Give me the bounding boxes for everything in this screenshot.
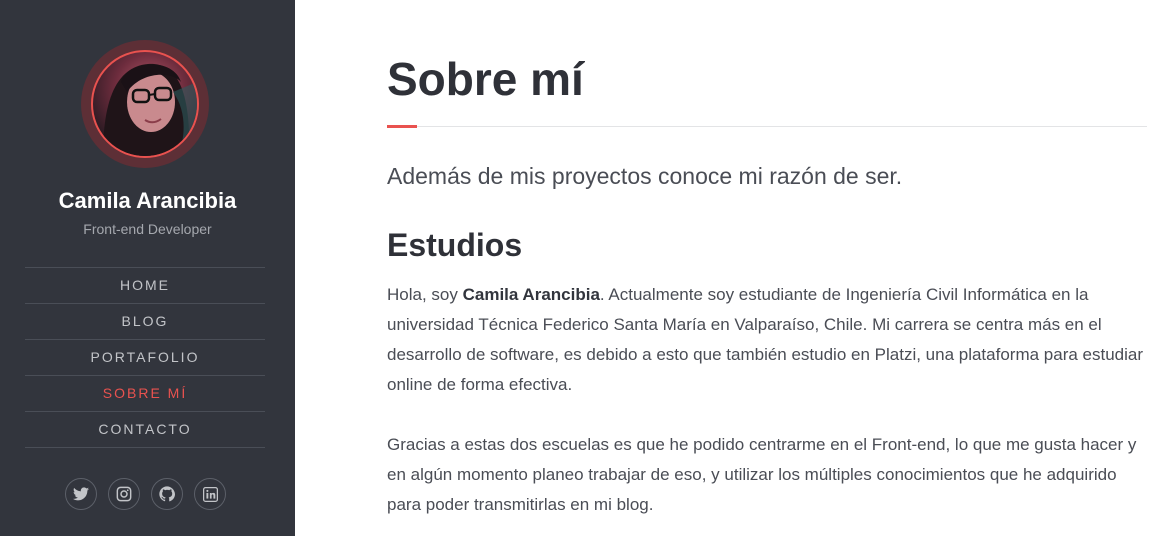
profile-name: Camila Arancibia [58, 188, 237, 213]
title-divider [387, 126, 1147, 127]
section-title-estudios: Estudios [387, 227, 523, 263]
sidebar: Camila Arancibia Front-end Developer HOM… [0, 0, 295, 536]
page-lead: Además de mis proyectos conoce mi razón … [387, 163, 903, 189]
paragraph-intro-start: Hola, soy [387, 285, 463, 304]
page-title: Sobre mí [387, 53, 584, 105]
nav-item-portafolio[interactable]: PORTAFOLIO [25, 340, 265, 376]
nav-item-home[interactable]: HOME [25, 268, 265, 304]
nav-item-blog[interactable]: BLOG [25, 304, 265, 340]
linkedin-icon[interactable] [194, 478, 226, 510]
main-nav: HOME BLOG PORTAFOLIO SOBRE MÍ CONTACTO [25, 267, 265, 448]
github-icon[interactable] [151, 478, 183, 510]
nav-item-sobre-mi[interactable]: SOBRE MÍ [25, 376, 265, 412]
paragraph-schools: Gracias a estas dos escuelas es que he p… [387, 435, 1137, 514]
profile-role: Front-end Developer [83, 221, 212, 237]
instagram-icon[interactable] [108, 478, 140, 510]
avatar[interactable] [91, 50, 199, 158]
paragraph-intro: Hola, soy Camila Arancibia. Actualmente … [387, 280, 1147, 400]
paragraph-intro-name: Camila Arancibia [462, 285, 600, 304]
social-links [65, 478, 226, 510]
avatar-ring [81, 40, 209, 168]
nav-item-contacto[interactable]: CONTACTO [25, 412, 265, 448]
avatar-photo [103, 63, 197, 156]
title-accent-bar [387, 125, 417, 128]
twitter-icon[interactable] [65, 478, 97, 510]
